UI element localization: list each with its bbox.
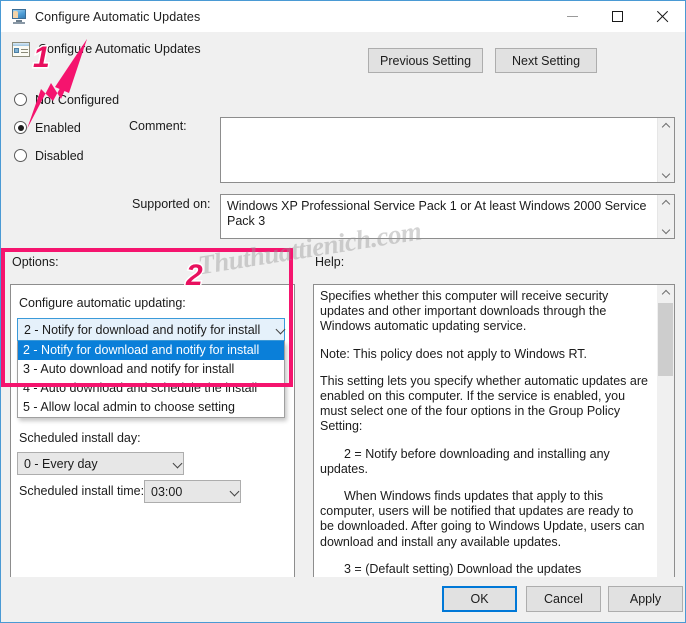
radio-enabled-indicator bbox=[14, 121, 27, 134]
radio-enabled-label: Enabled bbox=[35, 120, 81, 135]
options-panel: Configure automatic updating: 2 - Notify… bbox=[10, 284, 295, 600]
radio-not-configured[interactable]: Not Configured bbox=[14, 88, 134, 111]
supported-on-box: Windows XP Professional Service Pack 1 o… bbox=[220, 194, 675, 239]
comment-textarea[interactable] bbox=[220, 117, 675, 183]
scheduled-install-day-label: Scheduled install day: bbox=[19, 431, 141, 445]
computer-monitor-icon bbox=[10, 9, 27, 24]
help-paragraph: This setting lets you specify whether au… bbox=[320, 373, 648, 434]
comment-label: Comment: bbox=[129, 119, 187, 133]
minimize-icon bbox=[567, 16, 578, 17]
supported-on-value: Windows XP Professional Service Pack 1 o… bbox=[227, 199, 647, 228]
minimize-button[interactable] bbox=[550, 1, 595, 32]
help-paragraph: Specifies whether this computer will rec… bbox=[320, 289, 609, 334]
scroll-down-icon[interactable] bbox=[658, 165, 675, 182]
policy-heading: Configure Automatic Updates bbox=[12, 41, 201, 58]
policy-state-radio-group: Not Configured Enabled Disabled bbox=[14, 88, 134, 172]
radio-disabled-label: Disabled bbox=[35, 148, 84, 163]
title-bar: Configure Automatic Updates bbox=[1, 1, 685, 32]
dropdown-option-4[interactable]: 4 - Auto download and schedule the insta… bbox=[18, 379, 284, 398]
help-paragraph: 2 = Notify before downloading and instal… bbox=[320, 446, 610, 476]
scheduled-install-day-combobox[interactable]: 0 - Every day bbox=[17, 452, 184, 475]
dropdown-option-3[interactable]: 3 - Auto download and notify for install bbox=[18, 360, 284, 379]
configure-automatic-updates-dialog: Configure Automatic Updates Configure Au… bbox=[0, 0, 686, 623]
dialog-body: Configure Automatic Updates Previous Set… bbox=[2, 32, 685, 600]
dropdown-option-5[interactable]: 5 - Allow local admin to choose setting bbox=[18, 398, 284, 417]
next-setting-button[interactable]: Next Setting bbox=[495, 48, 598, 73]
scrollbar-thumb[interactable] bbox=[658, 303, 673, 376]
maximize-button[interactable] bbox=[595, 1, 640, 32]
dialog-footer: OK Cancel Apply bbox=[2, 577, 685, 622]
configure-automatic-updating-label: Configure automatic updating: bbox=[19, 296, 186, 310]
previous-setting-button[interactable]: Previous Setting bbox=[368, 48, 484, 73]
window-title: Configure Automatic Updates bbox=[35, 9, 201, 24]
window-controls bbox=[550, 1, 685, 32]
scroll-down-icon[interactable] bbox=[658, 221, 675, 238]
close-button[interactable] bbox=[640, 1, 685, 32]
configure-automatic-updating-combobox[interactable]: 2 - Notify for download and notify for i… bbox=[17, 318, 285, 341]
help-scrollbar[interactable] bbox=[657, 285, 674, 599]
scroll-up-icon[interactable] bbox=[658, 118, 675, 135]
ok-button[interactable]: OK bbox=[442, 586, 517, 612]
scheduled-install-time-combobox[interactable]: 03:00 bbox=[144, 480, 241, 503]
cancel-button[interactable]: Cancel bbox=[526, 586, 601, 612]
help-text: Specifies whether this computer will rec… bbox=[320, 289, 650, 604]
supported-on-label: Supported on: bbox=[132, 197, 211, 211]
configure-automatic-updating-value: 2 - Notify for download and notify for i… bbox=[24, 322, 261, 337]
scheduled-install-time-label: Scheduled install time: bbox=[19, 484, 145, 498]
apply-button[interactable]: Apply bbox=[608, 586, 683, 612]
setting-navigation: Previous Setting Next Setting bbox=[368, 48, 598, 73]
radio-enabled[interactable]: Enabled bbox=[14, 116, 134, 139]
scheduled-install-day-value: 0 - Every day bbox=[24, 456, 98, 471]
help-paragraph: When Windows finds updates that apply to… bbox=[320, 489, 645, 549]
policy-setting-icon bbox=[12, 41, 30, 58]
scheduled-install-time-value: 03:00 bbox=[151, 484, 183, 499]
help-paragraph: Note: This policy does not apply to Wind… bbox=[320, 346, 588, 361]
dropdown-option-2[interactable]: 2 - Notify for download and notify for i… bbox=[18, 341, 284, 360]
help-section-label: Help: bbox=[315, 255, 345, 269]
supported-on-scrollbar[interactable] bbox=[657, 195, 674, 238]
comment-scrollbar[interactable] bbox=[657, 118, 674, 182]
radio-disabled[interactable]: Disabled bbox=[14, 144, 134, 167]
configure-automatic-updating-dropdown-list[interactable]: 2 - Notify for download and notify for i… bbox=[17, 341, 285, 418]
radio-not-configured-indicator bbox=[14, 93, 27, 106]
policy-title: Configure Automatic Updates bbox=[38, 42, 201, 56]
help-panel: Specifies whether this computer will rec… bbox=[313, 284, 675, 600]
options-section-label: Options: bbox=[12, 255, 59, 269]
scroll-up-icon[interactable] bbox=[658, 195, 675, 212]
close-icon bbox=[656, 10, 669, 23]
radio-disabled-indicator bbox=[14, 149, 27, 162]
radio-not-configured-label: Not Configured bbox=[35, 92, 120, 107]
maximize-icon bbox=[612, 11, 623, 22]
scroll-up-icon[interactable] bbox=[657, 285, 674, 302]
